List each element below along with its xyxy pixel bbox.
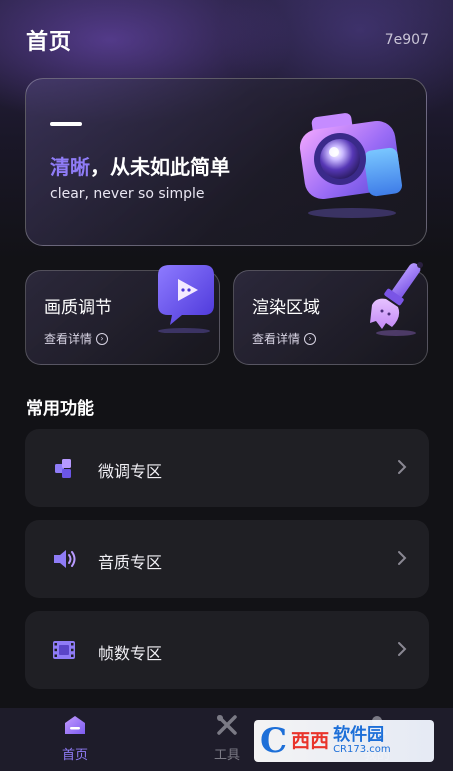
tools-icon (217, 715, 237, 735)
hero-title-accent: 清晰 (50, 155, 90, 179)
card-render-area[interactable]: 渲染区域 查看详情 › (233, 262, 428, 365)
watermark-logo: C 西西 软件园 CR173.com (254, 720, 434, 762)
watermark-name: 软件园 (333, 724, 385, 745)
nav-home[interactable]: 首页 (45, 714, 105, 763)
card-link-label: 查看详情 (44, 332, 93, 346)
chevron-right-icon (398, 460, 407, 474)
card-image-quality[interactable]: 画质调节 查看详情 › (25, 265, 220, 365)
watermark-url: CR173.com (333, 743, 391, 755)
card-title: 画质调节 (44, 298, 112, 318)
card-details-link[interactable]: 查看详情 › (44, 330, 109, 347)
card-link-label: 查看详情 (252, 332, 301, 346)
hero-subtitle: clear, never so simple (50, 186, 205, 202)
hero-banner[interactable]: 清晰，从未如此简单 clear, never so simple (25, 78, 427, 246)
list-item-tuning[interactable]: 微调专区 (25, 429, 429, 507)
watermark-letter: C (260, 721, 288, 761)
circle-arrow-icon: › (304, 332, 317, 345)
hero-accent-bar (50, 122, 82, 126)
page-title: 首页 (26, 30, 73, 55)
nav-label: 首页 (61, 748, 88, 763)
hero-title-rest: ，从未如此简单 (90, 155, 230, 179)
nav-tools[interactable]: 工具 (197, 714, 257, 763)
list-item-label: 帧数专区 (98, 644, 163, 663)
nav-label: 工具 (213, 748, 240, 763)
watermark-text: 软件园 CR173.com (333, 724, 391, 755)
home-screen: 首页 7e907 清晰，从未如此简单 clear, never so simpl… (0, 0, 453, 771)
watermark-xx: 西西 (291, 729, 330, 752)
paint-brush-icon (370, 262, 423, 336)
card-details-link[interactable]: 查看详情 › (252, 330, 317, 347)
card-title: 渲染区域 (252, 298, 320, 318)
chevron-right-icon (398, 551, 407, 565)
film-icon (53, 641, 75, 659)
list-item-label: 音质专区 (98, 553, 163, 572)
camera-icon (299, 113, 403, 218)
hero-title: 清晰，从未如此简单 (50, 151, 230, 180)
puzzle-icon (55, 459, 71, 478)
version-label: 7e907 (384, 32, 429, 48)
list-item-audio[interactable]: 音质专区 (25, 520, 429, 598)
chevron-right-icon (398, 642, 407, 656)
home-icon (65, 716, 85, 734)
speaker-icon (54, 550, 76, 568)
list-item-framerate[interactable]: 帧数专区 (25, 611, 429, 689)
section-title: 常用功能 (26, 399, 94, 419)
play-bubble-icon (158, 265, 214, 333)
circle-arrow-icon: › (96, 332, 109, 345)
list-item-label: 微调专区 (98, 462, 163, 481)
